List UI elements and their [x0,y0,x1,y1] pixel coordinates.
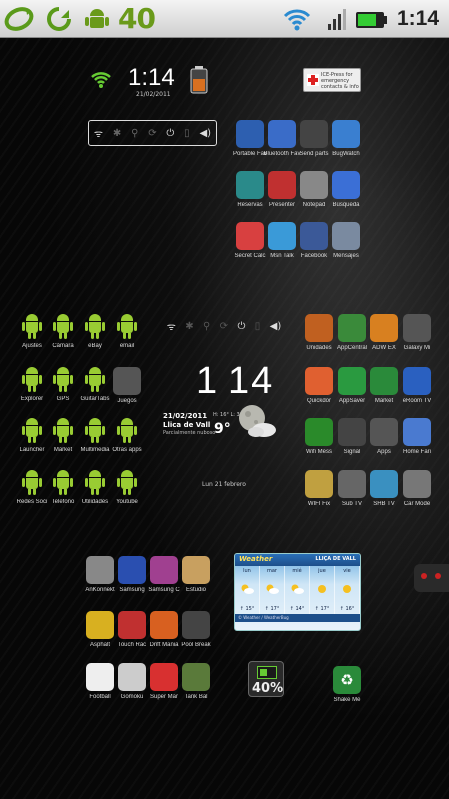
wifi-toggle-icon[interactable]: ᯤ [167,319,176,333]
app-b-squeda[interactable]: Búsqueda [320,171,372,208]
refresh-icon [44,4,74,34]
gamepad-icon [113,367,141,395]
sun-cloud-icon [289,580,305,594]
app-juegos[interactable]: Juegos [101,367,153,404]
scroll-icon [182,556,210,584]
weather-day-name: jue [318,568,326,574]
clock-widget-time[interactable]: 1:14 [128,64,175,92]
power-toggle-icon[interactable]: ⏻ [237,321,245,332]
weather-day-temp: ↑ 15° [239,606,255,612]
wifi-widget-icon[interactable] [90,68,112,94]
power-toggle-icon[interactable]: ⏻ [166,128,174,139]
bluetooth-toggle-icon[interactable]: ✱ [113,128,121,139]
weather-day-temp: ↑ 16° [339,606,355,612]
app-bugwatch[interactable]: BugWatch [320,120,372,157]
android-email-icon [116,314,138,340]
app-mensajes[interactable]: Mensajes [320,222,372,259]
weather-day: vie ↑ 16° [335,566,360,614]
battery-widget-icon [257,666,277,679]
weather-footer: © Weather / WeatherBug [235,614,360,622]
weather-city: LLIÇA DE VALL [315,556,356,562]
weather-day-temp: ↑ 14° [289,606,305,612]
battery-icon [354,4,390,34]
robot-widget-icon[interactable] [410,556,449,596]
sun-icon [339,580,355,593]
weather-day-name: vie [343,568,351,574]
gps-toggle-icon[interactable]: ⚲ [203,321,210,332]
status-clock: 1:14 [396,7,439,30]
power-control-widget-2[interactable]: ᯤ ✱ ⚲ ⟳ ⏻ ▯ ◀) [162,318,286,334]
weather-day: lun ↑ 15° [235,566,260,614]
weather-day-name: mié [292,568,302,574]
android-youtube-icon [116,470,138,496]
weather-brand: Weather [239,555,273,563]
clock-minutes[interactable]: 14 [228,360,274,403]
wrench-icon [332,120,360,148]
app-email[interactable]: email [101,314,153,349]
sun-cloud-icon [239,580,255,594]
moon-cloud-icon [232,402,280,442]
weather-day-temp: ↑ 17° [264,606,280,612]
weather-day-name: mar [267,568,277,574]
sun-icon [314,580,330,593]
app-eroom-tv[interactable]: eRoom TV [391,367,443,404]
app-shake-me[interactable]: ♻ Shake Me [321,666,373,703]
ice-emergency-widget[interactable]: ICE-Press for emergency contacts & info [303,68,361,92]
notification-count: 40 [118,2,156,35]
android-apps-icon [116,418,138,444]
weather-day-name: lun [243,568,251,574]
monitor-icon [403,367,431,395]
gps-toggle-icon[interactable]: ⚲ [131,128,138,139]
weather-clock-condition: Parcialmente nuboso [163,430,216,436]
status-bar[interactable]: 40 1:14 [0,0,449,38]
clock-widget-date: 21/02/2011 [136,91,171,98]
app-home-fari[interactable]: Home Fari [391,418,443,455]
tank-icon [182,663,210,691]
recycle-icon: ♻ [333,666,361,694]
weather-clock-temp: 9° [214,421,231,437]
sun-cloud-icon [264,580,280,594]
app-youtube[interactable]: Youtube [101,470,153,505]
sync-toggle-icon[interactable]: ⟳ [148,128,156,139]
app-tank-bal[interactable]: Tank Bal [170,663,222,700]
android-notification-icon [82,4,112,34]
weather-widget[interactable]: Weather LLIÇA DE VALL lun ↑ 15° mar ↑ 17° mi… [234,553,361,631]
google-icon [332,171,360,199]
weather-clock-date: 21/02/2011 [163,412,208,420]
weather-day: mié ↑ 14° [285,566,310,614]
weather-day-temp: ↑ 17° [314,606,330,612]
weather-day: jue ↑ 17° [310,566,335,614]
phone-green-icon [403,314,431,342]
pool-icon [182,611,210,639]
app-pool-break[interactable]: Pool Break [170,611,222,648]
car-icon [403,470,431,498]
bluetooth-toggle-icon[interactable]: ✱ [185,321,193,332]
weather-day: mar ↑ 17° [260,566,285,614]
app-estudio[interactable]: Estudio [170,556,222,593]
app-otras-apps[interactable]: Otras apps [101,418,153,453]
battery-widget[interactable]: 40% [248,661,284,697]
brightness-toggle-icon[interactable]: ▯ [184,128,190,139]
volume-toggle-icon[interactable]: ◀) [270,321,282,332]
battery-widget-icon[interactable] [190,66,208,94]
volume-toggle-icon[interactable]: ◀) [199,128,211,139]
red-cross-icon [307,74,319,86]
signal-icon [320,4,350,34]
sync-toggle-icon[interactable]: ⟳ [220,321,228,332]
date-label: Lun 21 febrero [202,481,246,488]
ice-label: ICE-Press for emergency contacts & info [321,72,359,90]
app-car-mode[interactable]: Car Mode [391,470,443,507]
clock-hour[interactable]: 1 [196,360,217,403]
wifi-toggle-icon[interactable]: ᯤ [94,126,103,140]
sync-icon [4,4,34,34]
wifi-icon [282,4,312,34]
brightness-toggle-icon[interactable]: ▯ [255,321,261,332]
cloud-icon [403,418,431,446]
battery-percent: 40% [252,681,284,696]
power-control-widget[interactable]: ᯤ ✱ ⚲ ⟳ ⏻ ▯ ◀) [88,120,217,146]
weather-clock-city: Llica de Vall [163,421,211,429]
app-galaxy-mi[interactable]: Galaxy Mi [391,314,443,351]
mail-icon [332,222,360,250]
